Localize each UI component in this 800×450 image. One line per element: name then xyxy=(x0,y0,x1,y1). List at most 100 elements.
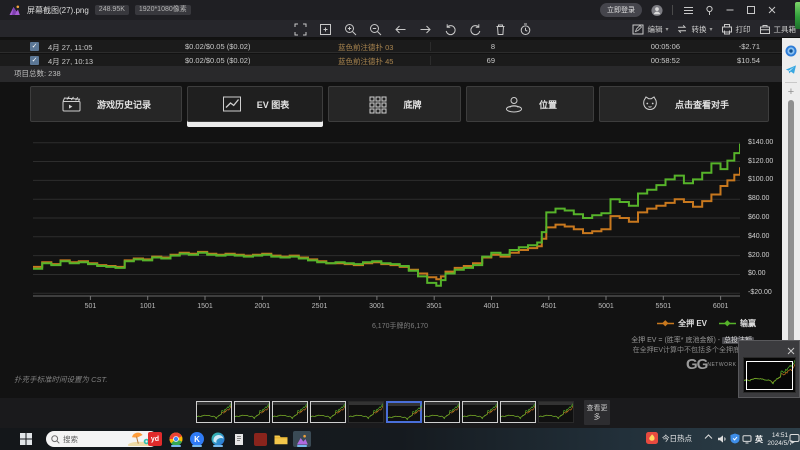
filmstrip-thumbnail[interactable] xyxy=(196,401,232,423)
taskbar-app-redgrid[interactable] xyxy=(251,431,269,447)
filmstrip-thumbnail[interactable] xyxy=(272,401,308,423)
toolbar-action-edit[interactable]: 编辑▾ xyxy=(632,23,668,35)
viewer-toolbar: 编辑▾ 转换▾ 打印工具箱 xyxy=(0,20,800,38)
windows-taskbar: 搜索 今日热点 英 14:51 2024/5/7 ydK xyxy=(0,428,800,450)
start-button[interactable] xyxy=(20,433,32,445)
row-amount: -$2.71 xyxy=(688,42,760,51)
rotate-right-icon[interactable] xyxy=(467,21,483,37)
tab-ev-chart[interactable]: EV 图表 xyxy=(187,86,323,122)
taskbar-app-edge[interactable] xyxy=(209,431,227,447)
fit-screen-icon[interactable] xyxy=(317,21,333,37)
tab-position[interactable]: 位置 xyxy=(466,86,594,122)
filmstrip-thumbnail[interactable] xyxy=(310,401,346,423)
hand-history-row[interactable]: ✓4月 27, 11:05$0.02/$0.05 ($0.02)蓝色前注德扑 0… xyxy=(0,40,782,53)
toolbar-action-convert[interactable]: 转换▾ xyxy=(676,23,712,35)
view-more-button[interactable]: 查看更多 xyxy=(584,400,610,425)
y-axis-label: $120.00 xyxy=(748,158,773,165)
tab-history[interactable]: 游戏历史记录 xyxy=(30,86,182,122)
timezone-note: 扑克手标准时间设置为 CST. xyxy=(14,374,107,385)
filmstrip-thumbnail[interactable] xyxy=(462,401,498,423)
filmstrip-thumbnail[interactable] xyxy=(424,401,460,423)
taskbar-app-quark[interactable]: K xyxy=(188,431,206,447)
chevron-down-icon: ▾ xyxy=(665,26,668,33)
filmstrip-thumbnail[interactable] xyxy=(500,401,536,423)
y-axis-label: $140.00 xyxy=(748,139,773,146)
filmstrip-thumbnail[interactable] xyxy=(348,401,384,423)
ime-indicator[interactable]: 英 xyxy=(755,434,763,445)
tab-opponents[interactable]: 点击查看对手 xyxy=(599,86,769,122)
add-icon[interactable]: + xyxy=(788,87,794,97)
zoom-out-icon[interactable] xyxy=(367,21,383,37)
dimensions-badge: 1920*1080像素 xyxy=(135,5,191,15)
edge-docked-tab[interactable] xyxy=(795,2,800,29)
timer-icon[interactable] xyxy=(517,21,533,37)
legend-item[interactable]: 输赢 xyxy=(719,318,756,329)
screen: 屏幕截图(27).png 248.95K 1920*1080像素 立即登录 编辑… xyxy=(0,0,800,450)
rotate-left-icon[interactable] xyxy=(442,21,458,37)
x-axis-label: 4501 xyxy=(532,303,566,310)
row-checkbox[interactable]: ✓ xyxy=(30,42,39,51)
volume-icon[interactable] xyxy=(717,434,727,444)
filmstrip-thumbnail[interactable] xyxy=(234,401,270,423)
security-shield-icon[interactable] xyxy=(730,433,740,444)
toolbar-action-toolbox[interactable]: 工具箱 xyxy=(759,23,797,35)
running-indicator xyxy=(192,445,202,447)
telegram-icon[interactable] xyxy=(785,64,797,75)
x-axis-label: 3501 xyxy=(417,303,451,310)
tab-holecards[interactable]: 底牌 xyxy=(328,86,461,122)
pin-icon[interactable] xyxy=(703,4,715,16)
taskbar-app-viewer[interactable] xyxy=(293,431,311,447)
maximize-button[interactable] xyxy=(745,4,757,16)
running-indicator xyxy=(213,445,223,447)
location-icon xyxy=(503,94,525,114)
menu-icon[interactable] xyxy=(682,4,694,16)
avatar[interactable] xyxy=(651,4,663,16)
x-axis-label: 4001 xyxy=(474,303,508,310)
window-title: 屏幕截图(27).png xyxy=(27,5,89,16)
taskbar-app-notes[interactable] xyxy=(230,431,248,447)
scrollbar-thumb[interactable] xyxy=(788,100,794,354)
close-button[interactable] xyxy=(766,4,778,16)
expand-icon[interactable] xyxy=(292,21,308,37)
line-chart-icon xyxy=(221,94,243,114)
taskbar-app-chrome[interactable] xyxy=(167,431,185,447)
legend-marker-icon xyxy=(719,320,736,327)
arrow-right-icon[interactable] xyxy=(417,21,433,37)
hands-count-label: 6,170手牌的6,170 xyxy=(330,321,470,331)
news-widget[interactable]: 今日热点 xyxy=(646,432,692,444)
filmstrip-thumbnail-selected[interactable] xyxy=(386,401,422,423)
opponent-icon xyxy=(639,94,661,114)
image-viewer-canvas: ✓4月 27, 11:05$0.02/$0.05 ($0.02)蓝色前注德扑 0… xyxy=(0,38,800,398)
running-indicator xyxy=(297,445,307,447)
y-axis-label: -$20.00 xyxy=(748,289,772,296)
x-axis-label: 5501 xyxy=(646,303,680,310)
notification-icon[interactable] xyxy=(789,433,800,444)
close-icon[interactable] xyxy=(786,343,795,352)
browser-circle-icon[interactable] xyxy=(785,45,797,57)
titlebar: 屏幕截图(27).png 248.95K 1920*1080像素 立即登录 xyxy=(0,0,800,20)
app-logo-icon xyxy=(8,4,21,17)
tray-chevron-up-icon[interactable] xyxy=(704,434,713,440)
taskbar-app-folder[interactable] xyxy=(272,431,290,447)
taskbar-search[interactable]: 搜索 xyxy=(46,431,158,447)
chevron-down-icon: ▾ xyxy=(709,26,712,33)
zoom-in-icon[interactable] xyxy=(342,21,358,37)
taskbar-app-yd[interactable]: yd xyxy=(146,431,164,447)
navigator-thumbnail[interactable] xyxy=(743,357,796,393)
filmstrip-thumbnail[interactable] xyxy=(538,401,574,423)
legend-item[interactable]: 全押 EV xyxy=(657,318,707,329)
trash-icon[interactable] xyxy=(492,21,508,37)
row-date: 4月 27, 11:05 xyxy=(48,42,178,53)
ev-chart xyxy=(33,138,740,304)
row-checkbox[interactable]: ✓ xyxy=(30,56,39,65)
x-axis-label: 3001 xyxy=(360,303,394,310)
y-axis-label: $100.00 xyxy=(748,176,773,183)
y-axis-label: $60.00 xyxy=(748,214,769,221)
minimize-button[interactable] xyxy=(724,4,736,16)
navigator-viewport[interactable] xyxy=(746,361,793,390)
arrow-left-icon[interactable] xyxy=(392,21,408,37)
x-axis-label: 5001 xyxy=(589,303,623,310)
toolbar-action-print[interactable]: 打印 xyxy=(721,23,751,35)
display-icon[interactable] xyxy=(742,434,752,444)
login-button[interactable]: 立即登录 xyxy=(600,3,642,17)
